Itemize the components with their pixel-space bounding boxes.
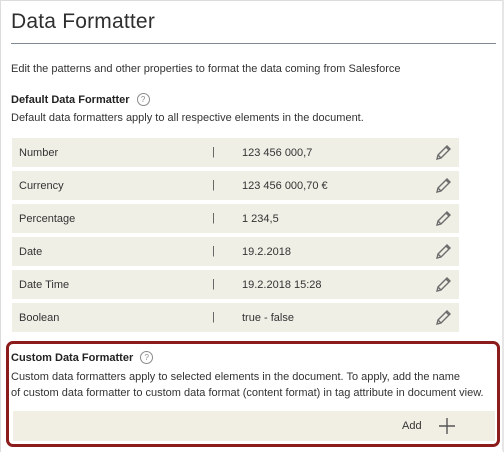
custom-formatter-section: Custom Data Formatter ? Custom data form… — [6, 341, 500, 447]
formatter-value: 123 456 000,70 € — [242, 180, 328, 192]
pencil-icon[interactable] — [433, 308, 453, 328]
formatter-name: Boolean — [19, 312, 60, 324]
custom-section-title-label: Custom Data Formatter — [11, 351, 134, 364]
formatter-row-currency: Currency | 123 456 000,70 € — [12, 171, 459, 200]
formatter-name: Number — [19, 147, 59, 159]
formatter-name: Percentage — [19, 213, 76, 225]
help-icon[interactable]: ? — [140, 351, 154, 364]
default-section-title: Default Data Formatter ? — [11, 93, 150, 106]
formatter-value: 19.2.2018 15:28 — [242, 279, 322, 291]
pencil-icon[interactable] — [433, 209, 453, 229]
custom-section-title: Custom Data Formatter ? — [11, 351, 154, 364]
separator: | — [212, 245, 215, 257]
default-section-title-label: Default Data Formatter — [11, 93, 130, 106]
intro-text: Edit the patterns and other properties t… — [11, 63, 401, 75]
pencil-icon[interactable] — [433, 143, 453, 163]
default-section-description: Default data formatters apply to all res… — [11, 112, 364, 124]
separator: | — [212, 278, 215, 290]
formatter-row-number: Number | 123 456 000,7 — [12, 138, 459, 167]
separator: | — [212, 179, 215, 191]
separator: | — [212, 212, 215, 224]
formatter-value: 19.2.2018 — [242, 246, 291, 258]
pencil-icon[interactable] — [433, 176, 453, 196]
formatter-row-boolean: Boolean | true - false — [12, 303, 459, 332]
formatter-row-percentage: Percentage | 1 234,5 — [12, 204, 459, 233]
title-divider — [11, 43, 496, 44]
formatter-name: Currency — [19, 180, 64, 192]
formatter-value: 1 234,5 — [242, 213, 279, 225]
formatter-value: 123 456 000,7 — [242, 147, 313, 159]
formatter-name: Date Time — [19, 279, 70, 291]
formatter-row-date: Date | 19.2.2018 — [12, 237, 459, 266]
formatter-name: Date — [19, 246, 43, 258]
default-formatter-table: Number | 123 456 000,7 Currency | 123 45… — [12, 138, 459, 336]
pencil-icon[interactable] — [433, 275, 453, 295]
custom-section-description: Custom data formatters apply to selected… — [11, 369, 484, 401]
help-icon[interactable]: ? — [136, 93, 150, 106]
page-title: Data Formatter — [11, 10, 156, 33]
pencil-icon[interactable] — [433, 242, 453, 262]
separator: | — [212, 146, 215, 158]
custom-description-line1: Custom data formatters apply to selected… — [11, 371, 461, 383]
separator: | — [212, 311, 215, 323]
formatter-row-date-time: Date Time | 19.2.2018 15:28 — [12, 270, 459, 299]
add-bar: Add — [13, 411, 495, 441]
custom-description-line2: of custom data formatter to custom data … — [11, 387, 484, 399]
formatter-value: true - false — [242, 312, 294, 324]
add-button[interactable]: Add — [402, 420, 422, 432]
plus-icon[interactable] — [437, 416, 457, 436]
